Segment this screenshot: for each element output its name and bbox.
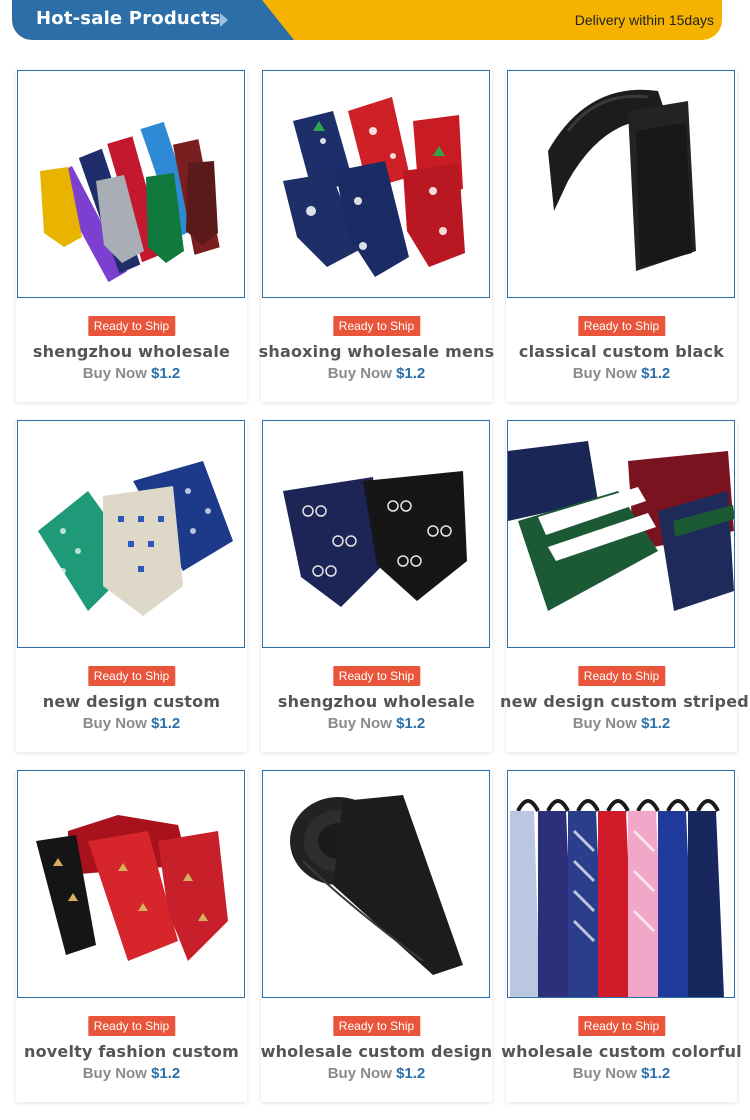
product-card[interactable]: Ready to Ship new design custom striped … bbox=[500, 420, 749, 752]
product-name[interactable]: shaoxing wholesale mens bbox=[255, 342, 498, 361]
ready-to-ship-badge: Ready to Ship bbox=[577, 316, 666, 336]
buy-now-link[interactable]: Buy Now $1.2 bbox=[16, 365, 247, 382]
product-image-christmas-ties[interactable] bbox=[262, 70, 490, 298]
buy-now-label: Buy Now bbox=[82, 365, 147, 382]
product-card[interactable]: Ready to Ship wholesale custom colorful … bbox=[501, 770, 742, 1102]
product-card[interactable]: Ready to Ship novelty fashion custom Buy… bbox=[16, 770, 247, 1102]
product-card[interactable]: Ready to Ship shaoxing wholesale mens Bu… bbox=[259, 70, 494, 402]
buy-now-link[interactable]: Buy Now $1.2 bbox=[506, 1065, 737, 1082]
product-card[interactable]: Ready to Ship shengzhou wholesale Buy No… bbox=[261, 420, 492, 752]
ready-to-ship-badge: Ready to Ship bbox=[87, 666, 176, 686]
buy-now-link[interactable]: Buy Now $1.2 bbox=[261, 1065, 492, 1082]
product-price: $1.2 bbox=[396, 1065, 426, 1082]
ready-to-ship-badge: Ready to Ship bbox=[87, 316, 176, 336]
product-image-assorted-ties[interactable] bbox=[17, 70, 245, 298]
product-image-geometric-ties[interactable] bbox=[17, 420, 245, 648]
product-price: $1.2 bbox=[151, 365, 181, 382]
buy-now-label: Buy Now bbox=[572, 365, 637, 382]
ready-to-ship-badge: Ready to Ship bbox=[332, 666, 421, 686]
buy-now-label: Buy Now bbox=[327, 365, 392, 382]
buy-now-link[interactable]: Buy Now $1.2 bbox=[16, 715, 247, 732]
product-card[interactable]: Ready to Ship classical custom black Buy… bbox=[506, 70, 737, 402]
product-name[interactable]: shengzhou wholesale bbox=[255, 692, 498, 711]
buy-now-label: Buy Now bbox=[327, 1065, 392, 1082]
product-card[interactable]: Ready to Ship shengzhou wholesale Buy No… bbox=[16, 70, 247, 402]
product-name[interactable]: new design custom striped bbox=[500, 692, 749, 711]
ready-to-ship-badge: Ready to Ship bbox=[87, 1016, 176, 1036]
product-name[interactable]: novelty fashion custom bbox=[10, 1042, 253, 1061]
buy-now-link[interactable]: Buy Now $1.2 bbox=[261, 715, 492, 732]
product-grid: Ready to Ship shengzhou wholesale Buy No… bbox=[0, 0, 750, 1120]
buy-now-label: Buy Now bbox=[572, 715, 637, 732]
product-image-holiday-ties[interactable] bbox=[17, 770, 245, 998]
ready-to-ship-badge: Ready to Ship bbox=[332, 316, 421, 336]
buy-now-label: Buy Now bbox=[82, 1065, 147, 1082]
buy-now-label: Buy Now bbox=[572, 1065, 637, 1082]
product-card[interactable]: Ready to Ship wholesale custom design Bu… bbox=[261, 770, 492, 1102]
ready-to-ship-badge: Ready to Ship bbox=[577, 1016, 666, 1036]
product-price: $1.2 bbox=[396, 365, 426, 382]
ready-to-ship-badge: Ready to Ship bbox=[332, 1016, 421, 1036]
product-price: $1.2 bbox=[396, 715, 426, 732]
product-image-bicycle-ties[interactable] bbox=[262, 420, 490, 648]
product-price: $1.2 bbox=[151, 715, 181, 732]
product-name[interactable]: new design custom bbox=[10, 692, 253, 711]
buy-now-label: Buy Now bbox=[82, 715, 147, 732]
product-name[interactable]: wholesale custom colorful bbox=[500, 1042, 743, 1061]
buy-now-link[interactable]: Buy Now $1.2 bbox=[261, 365, 492, 382]
product-price: $1.2 bbox=[151, 1065, 181, 1082]
product-price: $1.2 bbox=[641, 365, 671, 382]
product-price: $1.2 bbox=[641, 715, 671, 732]
product-image-zipper-ties[interactable] bbox=[507, 770, 735, 998]
product-name[interactable]: classical custom black bbox=[500, 342, 743, 361]
buy-now-link[interactable]: Buy Now $1.2 bbox=[16, 1065, 247, 1082]
buy-now-label: Buy Now bbox=[327, 715, 392, 732]
ready-to-ship-badge: Ready to Ship bbox=[577, 666, 666, 686]
product-image-black-ties[interactable] bbox=[507, 70, 735, 298]
product-image-striped-ties[interactable] bbox=[507, 420, 735, 648]
product-card[interactable]: Ready to Ship new design custom Buy Now … bbox=[16, 420, 247, 752]
buy-now-link[interactable]: Buy Now $1.2 bbox=[506, 715, 737, 732]
buy-now-link[interactable]: Buy Now $1.2 bbox=[506, 365, 737, 382]
product-price: $1.2 bbox=[641, 1065, 671, 1082]
product-name[interactable]: shengzhou wholesale bbox=[10, 342, 253, 361]
product-name[interactable]: wholesale custom design bbox=[255, 1042, 498, 1061]
product-image-black-rolled-tie[interactable] bbox=[262, 770, 490, 998]
